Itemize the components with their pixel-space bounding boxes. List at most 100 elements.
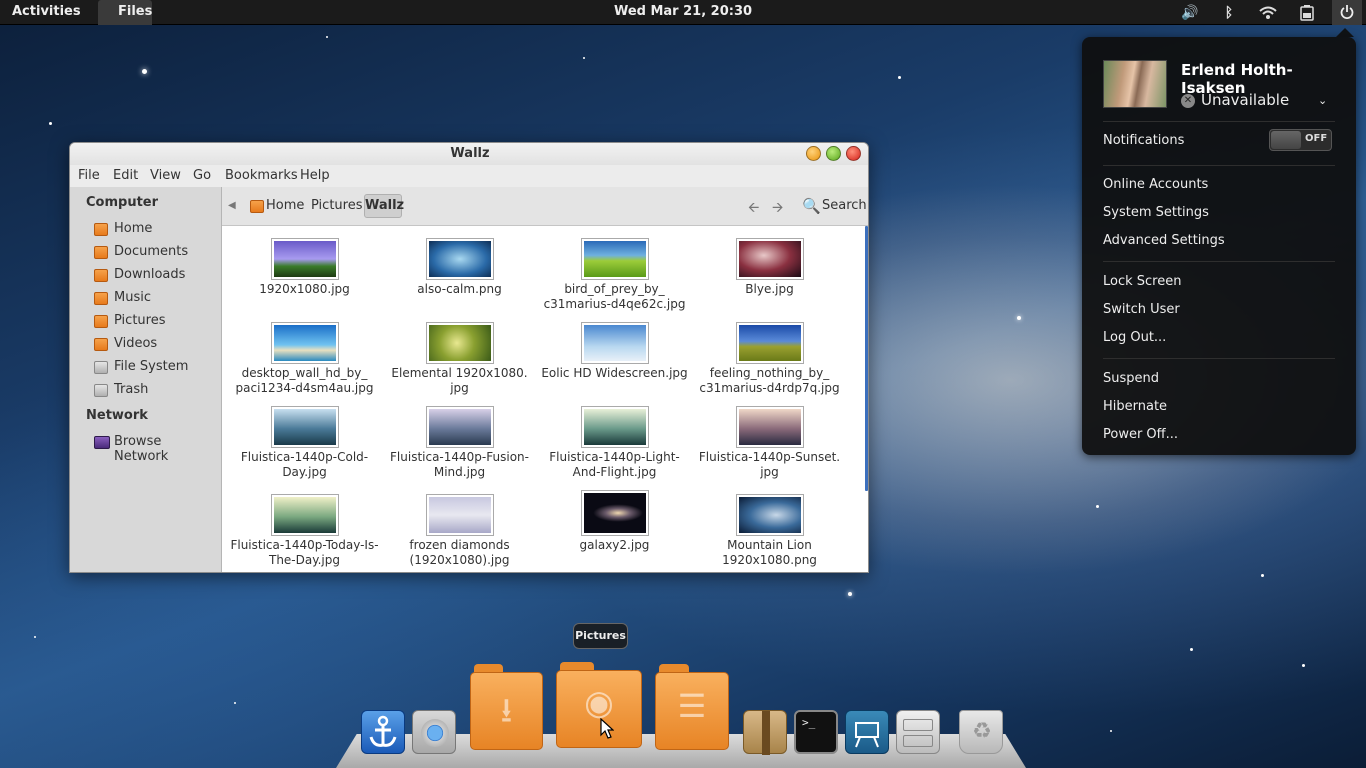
- volume-icon[interactable]: 🔊: [1179, 3, 1201, 23]
- menu-bookmarks[interactable]: Bookmarks: [225, 168, 298, 183]
- sidebar-item-pictures[interactable]: Pictures: [94, 313, 218, 331]
- power-icon[interactable]: [1332, 0, 1362, 25]
- downloads-folder-icon[interactable]: ⭳: [470, 664, 543, 750]
- sidebar-item-videos[interactable]: Videos: [94, 336, 218, 354]
- documents-folder-icon[interactable]: ☰: [655, 664, 729, 750]
- sketch-icon[interactable]: [845, 710, 889, 754]
- top-bar: Activities Files Wed Mar 21, 20:30 🔊 ᛒ: [0, 0, 1366, 25]
- clock[interactable]: Wed Mar 21, 20:30: [614, 4, 752, 19]
- file-name: Mountain Lion 1920x1080.png: [722, 538, 817, 567]
- sidebar-item-label: Music: [114, 290, 151, 305]
- sidebar-item-trash[interactable]: Trash: [94, 382, 218, 400]
- file-item[interactable]: Elemental 1920x1080. jpg: [382, 322, 537, 396]
- file-item[interactable]: Fluistica-1440p-Today-Is- The-Day.jpg: [227, 494, 382, 568]
- sidebar-item-file-system[interactable]: File System: [94, 359, 218, 377]
- toggle-knob: [1271, 131, 1301, 149]
- file-name: Elemental 1920x1080. jpg: [391, 366, 528, 395]
- menu-log-out[interactable]: Log Out...: [1103, 330, 1166, 345]
- thumbnail: [735, 238, 804, 280]
- file-item[interactable]: Blye.jpg: [692, 238, 847, 297]
- file-item[interactable]: Fluistica-1440p-Cold- Day.jpg: [227, 406, 382, 480]
- sidebar-item-music[interactable]: Music: [94, 290, 218, 308]
- file-item[interactable]: Eolic HD Widescreen.jpg: [537, 322, 692, 381]
- menu-advanced-settings[interactable]: Advanced Settings: [1103, 233, 1225, 248]
- menu-power-off[interactable]: Power Off...: [1103, 427, 1178, 442]
- menu-file[interactable]: File: [78, 168, 100, 183]
- file-item[interactable]: Fluistica-1440p-Sunset. jpg: [692, 406, 847, 480]
- back-arrow-icon[interactable]: 🡨: [748, 197, 759, 221]
- dock-tooltip: Pictures: [573, 623, 628, 649]
- file-item[interactable]: Mountain Lion 1920x1080.png: [692, 494, 847, 568]
- star: [583, 57, 585, 59]
- network-icon: [94, 436, 110, 449]
- file-cabinet-icon[interactable]: [896, 710, 940, 754]
- title-bar[interactable]: Wallz: [70, 143, 868, 165]
- sidebar-item-documents[interactable]: Documents: [94, 244, 218, 262]
- videos-folder-icon: [94, 338, 108, 351]
- trash-icon[interactable]: ♻: [959, 710, 1003, 754]
- file-item[interactable]: also-calm.png: [382, 238, 537, 297]
- scrollbar[interactable]: [865, 226, 868, 491]
- chevron-down-icon[interactable]: ⌄: [1318, 94, 1327, 107]
- file-name: Fluistica-1440p-Fusion- Mind.jpg: [390, 450, 529, 479]
- folder-body: ◉: [556, 670, 642, 748]
- wifi-icon[interactable]: [1257, 3, 1279, 23]
- archive-icon[interactable]: [743, 710, 787, 755]
- thumbnail: [580, 238, 649, 280]
- star: [1190, 648, 1193, 651]
- anchor-icon[interactable]: [361, 710, 405, 754]
- thumbnail: [270, 494, 339, 536]
- battery-icon[interactable]: [1296, 3, 1318, 23]
- chevron-left-icon[interactable]: ◀: [228, 200, 236, 211]
- file-grid: 1920x1080.jpg also-calm.png bird_of_prey…: [222, 226, 868, 572]
- file-item[interactable]: Fluistica-1440p-Light- And-Flight.jpg: [537, 406, 692, 480]
- divider: [1103, 261, 1335, 262]
- status-selector[interactable]: Unavailable: [1201, 91, 1289, 109]
- breadcrumb-pictures[interactable]: Pictures: [311, 198, 362, 213]
- chrome-icon[interactable]: [412, 710, 456, 754]
- menu-help[interactable]: Help: [300, 168, 330, 183]
- search-icon[interactable]: 🔍: [802, 197, 821, 215]
- menu-view[interactable]: View: [150, 168, 181, 183]
- thumbnail: [580, 490, 649, 536]
- file-item[interactable]: feeling_nothing_by_ c31marius-d4rdp7q.jp…: [692, 322, 847, 396]
- menu-hibernate[interactable]: Hibernate: [1103, 399, 1167, 414]
- minimize-button[interactable]: [806, 146, 821, 161]
- menu-go[interactable]: Go: [193, 168, 211, 183]
- file-name: Fluistica-1440p-Light- And-Flight.jpg: [549, 450, 680, 479]
- sidebar-item-browse-network[interactable]: Browse Network: [94, 434, 218, 464]
- search-button[interactable]: Search: [822, 198, 867, 213]
- recycle-symbol: ♻: [972, 719, 992, 744]
- file-name: Fluistica-1440p-Today-Is- The-Day.jpg: [230, 538, 379, 567]
- file-item[interactable]: desktop_wall_hd_by_ paci1234-d4sm4au.jpg: [227, 322, 382, 396]
- bluetooth-icon[interactable]: ᛒ: [1218, 3, 1240, 23]
- menu-system-settings[interactable]: System Settings: [1103, 205, 1209, 220]
- breadcrumb-home[interactable]: Home: [266, 198, 304, 213]
- file-item[interactable]: Fluistica-1440p-Fusion- Mind.jpg: [382, 406, 537, 480]
- sidebar-heading-network: Network: [86, 408, 148, 423]
- thumbnail: [580, 406, 649, 448]
- menu-suspend[interactable]: Suspend: [1103, 371, 1159, 386]
- file-item[interactable]: frozen diamonds (1920x1080).jpg: [382, 494, 537, 568]
- menu-lock-screen[interactable]: Lock Screen: [1103, 274, 1181, 289]
- file-item[interactable]: 1920x1080.jpg: [227, 238, 382, 297]
- file-item[interactable]: galaxy2.jpg: [537, 490, 692, 553]
- terminal-icon[interactable]: >_: [794, 710, 838, 754]
- thumbnail: [270, 322, 339, 364]
- file-item[interactable]: bird_of_prey_by_ c31marius-d4qe62c.jpg: [537, 238, 692, 312]
- menu-switch-user[interactable]: Switch User: [1103, 302, 1180, 317]
- breadcrumb-current[interactable]: Wallz: [364, 194, 404, 218]
- maximize-button[interactable]: [826, 146, 841, 161]
- menu-edit[interactable]: Edit: [113, 168, 138, 183]
- close-button[interactable]: [846, 146, 861, 161]
- sidebar-item-home[interactable]: Home: [94, 221, 218, 239]
- avatar: [1103, 60, 1167, 108]
- menu-online-accounts[interactable]: Online Accounts: [1103, 177, 1208, 192]
- notifications-toggle[interactable]: OFF: [1269, 129, 1332, 151]
- activities-button[interactable]: Activities: [12, 4, 81, 19]
- sidebar: Computer Home Documents Downloads Music …: [70, 187, 222, 572]
- app-menu-button[interactable]: Files: [98, 0, 152, 25]
- pictures-folder-icon[interactable]: ◉: [556, 662, 642, 748]
- sidebar-item-downloads[interactable]: Downloads: [94, 267, 218, 285]
- forward-arrow-icon[interactable]: 🡪: [772, 197, 783, 221]
